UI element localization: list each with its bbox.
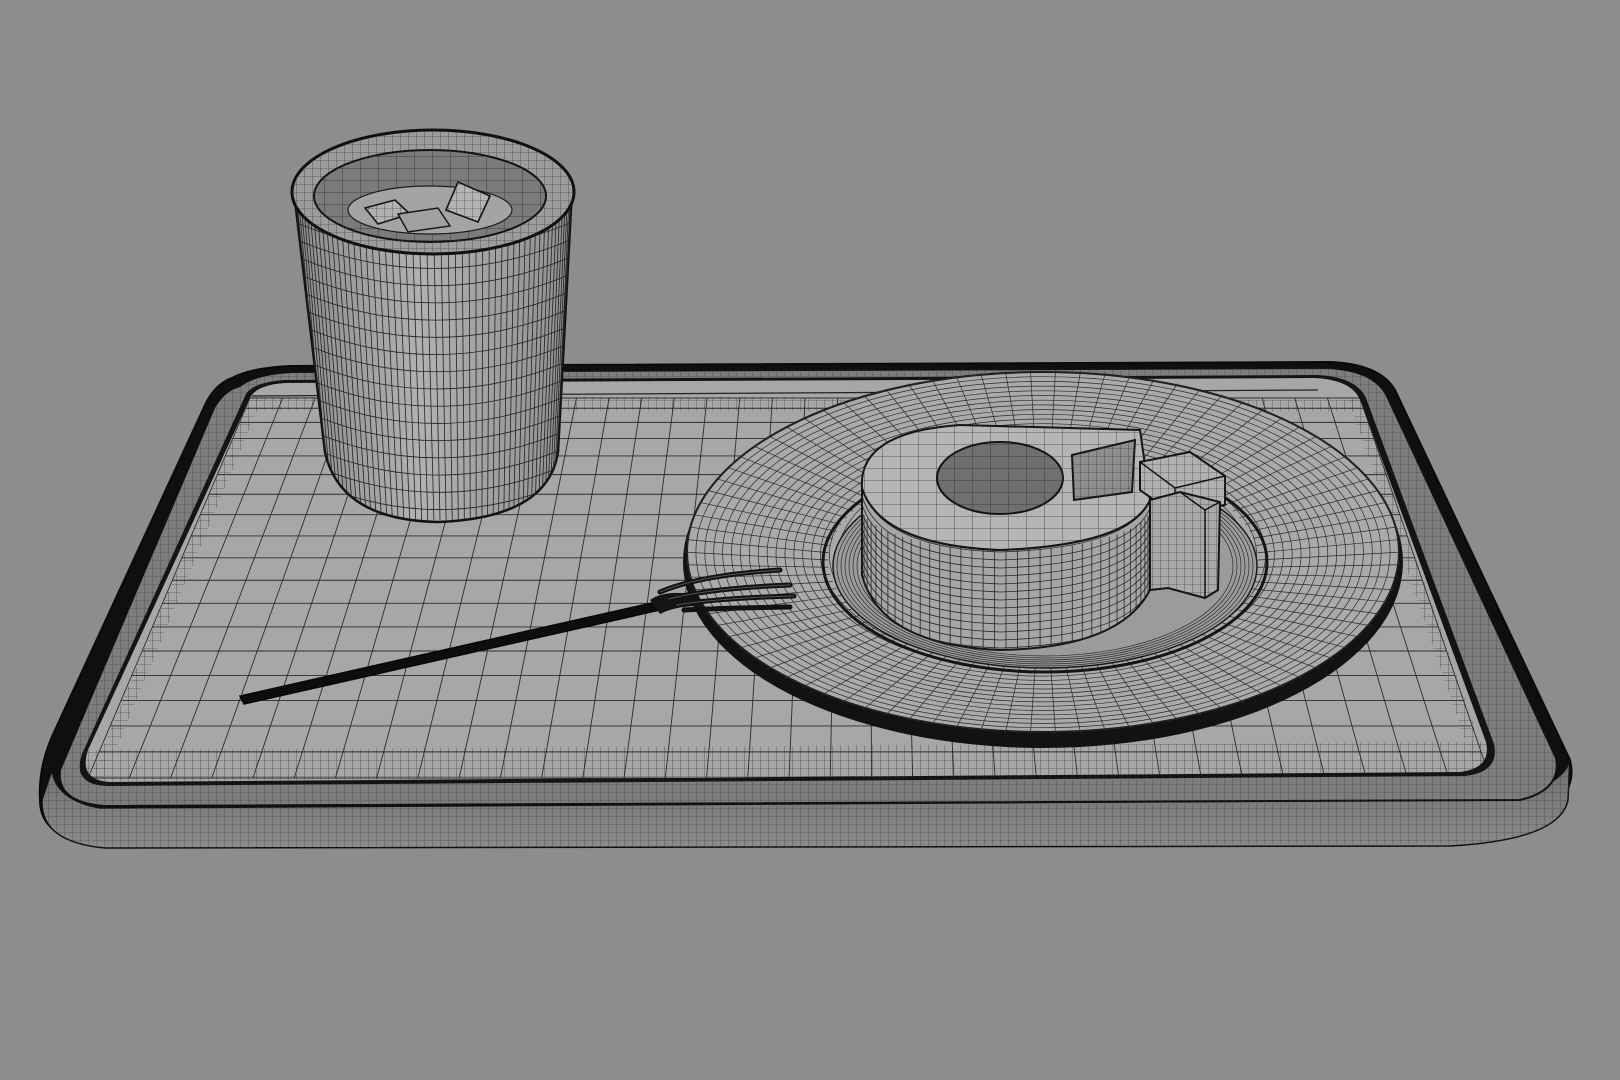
wireframe-scene <box>0 0 1620 1080</box>
cake-slice-lower <box>1149 490 1222 600</box>
viewport <box>0 0 1620 1080</box>
